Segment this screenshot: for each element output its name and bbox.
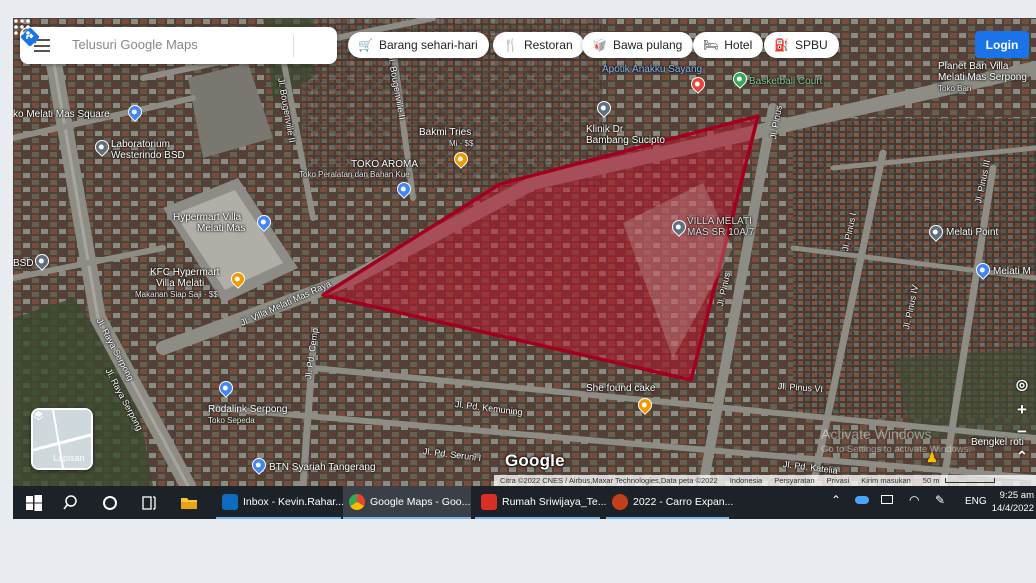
zoom-out-button[interactable]: − xyxy=(1011,422,1033,442)
language-indicator[interactable]: ENG xyxy=(965,496,987,507)
place-apotik[interactable]: Apotik Anakku Sayang xyxy=(602,64,702,75)
clock-date: 14/4/2022 xyxy=(991,503,1034,514)
windows-start-icon[interactable] xyxy=(25,494,43,512)
satellite-imagery xyxy=(13,18,1036,486)
place-basketball-court[interactable]: Basketball Court xyxy=(749,76,822,87)
clock[interactable]: 9:25 am 14/4/2022 xyxy=(992,489,1034,515)
google-logo: Google xyxy=(505,451,565,470)
my-location-icon[interactable]: ◎ xyxy=(1011,376,1033,393)
place-kfc-sub: Makanan Siap Saji · $$ xyxy=(135,290,218,299)
activate-windows-watermark: Activate Windows Go to Settings to activ… xyxy=(821,426,971,455)
gas-station-icon: ⛽ xyxy=(774,38,789,52)
chip-takeout[interactable]: 🥡 Bawa pulang xyxy=(582,32,694,58)
search-box xyxy=(20,27,337,64)
zoom-in-button[interactable]: + xyxy=(1011,400,1033,420)
expand-up-icon[interactable]: ⌃ xyxy=(1011,448,1033,465)
place-melati-right[interactable]: Melati M xyxy=(993,266,1031,277)
outlook-icon xyxy=(222,493,238,510)
screen: Apotik Anakku Sayang Basketball Court Pl… xyxy=(13,18,1036,519)
system-tray: ⌃ ◠ ✎ ENG 9:25 am 14/4/2022 xyxy=(825,486,1036,519)
place-toko-ban: Toko Ban xyxy=(938,84,972,93)
wifi-icon[interactable]: ◠ xyxy=(909,493,919,507)
chip-gas-station[interactable]: ⛽ SPBU xyxy=(764,32,839,58)
layers-label: Lapisan xyxy=(53,453,85,463)
place-toko-aroma[interactable]: TOKO AROMA xyxy=(351,159,418,170)
map-canvas[interactable]: Apotik Anakku Sayang Basketball Court Pl… xyxy=(13,18,1036,486)
place-kfc-1[interactable]: KFC Hypermart xyxy=(150,267,219,278)
chrome-icon xyxy=(349,493,365,510)
pen-icon[interactable]: ✎ xyxy=(935,493,945,507)
taskbar-app-outlook[interactable]: Inbox - Kevin.Rahar... xyxy=(216,486,344,519)
hotel-icon: 🛏 xyxy=(703,38,719,52)
scale-bar xyxy=(945,478,996,483)
file-explorer-icon[interactable] xyxy=(180,494,198,512)
place-villa-1[interactable]: VILLA MELATI xyxy=(687,216,752,227)
search-divider xyxy=(293,35,294,57)
cortana-icon[interactable] xyxy=(101,494,119,512)
layers-button[interactable]: Lapisan xyxy=(31,408,93,470)
place-bakmi[interactable]: Bakmi Tries xyxy=(419,127,471,138)
chip-hotel[interactable]: 🛏 Hotel xyxy=(693,32,764,58)
windows-taskbar: Inbox - Kevin.Rahar... Google Maps - Goo… xyxy=(13,486,1036,519)
place-bsd[interactable]: BSD xyxy=(13,258,34,269)
scale-label[interactable]: 50 m xyxy=(917,476,946,485)
place-rodalink-sub: Toko Sepeda xyxy=(208,416,255,425)
apps-grid-icon[interactable] xyxy=(13,18,31,36)
place-planet-ban-1[interactable]: Planet Ban Villa xyxy=(938,61,1008,72)
place-planet-ban-2[interactable]: Melati Mas Serpong xyxy=(938,72,1027,83)
taskbar-app-pdf-label: Rumah Sriwijaya_Te... xyxy=(502,495,607,508)
country-link[interactable]: Indonesia xyxy=(724,476,769,485)
feedback-link[interactable]: Kirim masukan xyxy=(855,476,917,485)
place-she-found-cake[interactable]: She found cake xyxy=(586,383,656,394)
place-rodalink[interactable]: Rodalink Serpong xyxy=(208,404,288,415)
chip-hotel-label: Hotel xyxy=(724,38,753,52)
place-kfc-2[interactable]: Villa Melati xyxy=(156,278,204,289)
place-btn[interactable]: BTN Syariah Tangerang xyxy=(269,462,376,473)
place-klinik-2[interactable]: Bambang Sucipto xyxy=(586,135,665,146)
place-hypermart-2[interactable]: Melati Mas xyxy=(197,223,245,234)
place-lab-1[interactable]: Laboratorium xyxy=(111,139,170,150)
imagery-credit: Citra ©2022 CNES / Airbus,Maxar Technolo… xyxy=(500,476,718,485)
onedrive-icon[interactable] xyxy=(855,496,869,504)
taskbar-app-powerpoint[interactable]: 2022 - Carro Expan... xyxy=(606,486,733,519)
place-klinik-1[interactable]: Klinik Dr xyxy=(586,124,623,135)
place-bakmi-sub: Mi · $$ xyxy=(449,139,474,148)
taskbar-app-pdf[interactable]: Rumah Sriwijaya_Te... xyxy=(475,486,606,519)
place-melati-point[interactable]: Melati Point xyxy=(946,227,998,238)
search-input[interactable] xyxy=(72,37,252,52)
taskbar-search-icon[interactable] xyxy=(63,494,81,512)
chip-takeout-label: Bawa pulang xyxy=(612,38,683,52)
place-lab-2[interactable]: Westerindo BSD xyxy=(111,150,185,161)
taskbar-app-chrome[interactable]: Google Maps - Goo... xyxy=(343,486,471,519)
terms-link[interactable]: Persyaratan xyxy=(768,476,820,485)
place-hypermart-1[interactable]: Hypermart Villa xyxy=(173,212,241,223)
taskbar-app-outlook-label: Inbox - Kevin.Rahar... xyxy=(243,495,344,508)
restaurant-icon: 🍴 xyxy=(503,38,518,52)
login-button[interactable]: Login xyxy=(975,31,1029,58)
watermark-title: Activate Windows xyxy=(821,426,932,442)
layers-icon xyxy=(33,411,44,421)
chevron-up-icon[interactable]: ⌃ xyxy=(831,493,841,507)
attribution-bar: Citra ©2022 CNES / Airbus,Maxar Technolo… xyxy=(494,475,1036,486)
task-view-icon[interactable] xyxy=(140,494,158,512)
place-toko-aroma-sub: Toko Peralatan dan Bahan Kue xyxy=(299,170,410,179)
cart-icon: 🛒 xyxy=(358,38,373,52)
place-villa-2[interactable]: MAS SR 10A/7 xyxy=(687,227,754,238)
taskbar-app-powerpoint-label: 2022 - Carro Expan... xyxy=(633,495,734,508)
watermark-subtitle: Go to Settings to activate Windows. xyxy=(821,444,971,455)
clock-time: 9:25 am xyxy=(999,490,1034,501)
privacy-link[interactable]: Privasi xyxy=(821,476,856,485)
chip-restaurant[interactable]: 🍴 Restoran xyxy=(493,32,584,58)
battery-icon[interactable] xyxy=(881,495,893,504)
chip-groceries-label: Barang sehari-hari xyxy=(378,38,478,52)
pdf-icon xyxy=(481,493,497,510)
taskbar-app-chrome-label: Google Maps - Goo... xyxy=(370,495,471,508)
place-melati-square[interactable]: ko Melati Mas Square xyxy=(13,109,110,120)
chip-gas-station-label: SPBU xyxy=(794,38,828,52)
takeout-icon: 🥡 xyxy=(592,38,607,52)
powerpoint-icon xyxy=(612,493,628,510)
chip-restaurant-label: Restoran xyxy=(523,38,573,52)
chip-groceries[interactable]: 🛒 Barang sehari-hari xyxy=(348,32,489,58)
